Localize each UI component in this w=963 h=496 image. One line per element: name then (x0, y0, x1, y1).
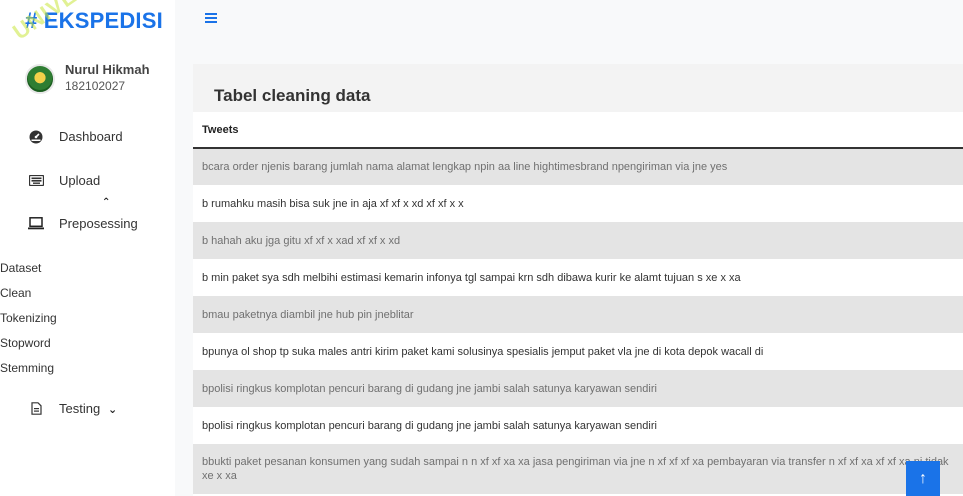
table-cell: bmau paketnya diambil jne hub pin jnebli… (193, 296, 963, 333)
page-title: Tabel cleaning data (214, 86, 371, 105)
table-row: bpunya ol shop tp suka males antri kirim… (193, 333, 963, 370)
chevron-down-icon[interactable]: ⌄ (108, 403, 117, 416)
scroll-to-top-button[interactable]: ↑ (906, 461, 940, 496)
table-cell: b hahah aku jga gitu xf xf x xad xf xf x… (193, 222, 963, 259)
sidebar-item-label: Testing (59, 401, 101, 416)
column-header-tweets[interactable]: Tweets (193, 112, 963, 149)
laptop-icon (27, 217, 45, 230)
table-cell: bpolisi ringkus komplotan pencuri barang… (193, 370, 963, 407)
file-icon (27, 402, 45, 415)
avatar (25, 64, 55, 94)
cleaning-table: Tweets bcara order njenis barang jumlah … (193, 112, 963, 494)
table-cell: b min paket sya sdh melbihi estimasi kem… (193, 259, 963, 296)
table-row: bcara order njenis barang jumlah nama al… (193, 148, 963, 185)
user-id: 182102027 (65, 79, 126, 93)
sidebar-item-preposessing[interactable]: Preposessing (27, 216, 138, 231)
arrow-up-icon: ↑ (919, 469, 927, 487)
sidebar-item-label: Upload (59, 173, 101, 188)
table-cell: bcara order njenis barang jumlah nama al… (193, 148, 963, 185)
hamburger-icon[interactable] (205, 13, 217, 23)
table-row: b min paket sya sdh melbihi estimasi kem… (193, 259, 963, 296)
table-cell: b rumahku masih bisa suk jne in aja xf x… (193, 185, 963, 222)
sidebar-item-upload[interactable]: Upload (27, 173, 100, 188)
sub-item-clean[interactable]: Clean (0, 286, 31, 300)
sidebar: # EKSPEDISI UNIVE Nurul Hikmah 182102027… (0, 0, 175, 496)
keyboard-icon (27, 175, 45, 186)
sidebar-item-testing[interactable]: Testing (27, 401, 100, 416)
sub-item-tokenizing[interactable]: Tokenizing (0, 311, 57, 325)
sidebar-item-dashboard[interactable]: Dashboard (27, 129, 123, 144)
dashboard-gauge-icon (27, 130, 45, 144)
sub-item-stopword[interactable]: Stopword (0, 336, 51, 350)
table-row: bpolisi ringkus komplotan pencuri barang… (193, 370, 963, 407)
table-row: b hahah aku jga gitu xf xf x xad xf xf x… (193, 222, 963, 259)
main-content: Tabel cleaning data Tweets bcara order n… (175, 44, 963, 496)
data-card: Tabel cleaning data Tweets bcara order n… (193, 64, 963, 496)
table-row: bmau paketnya diambil jne hub pin jnebli… (193, 296, 963, 333)
card-header: Tabel cleaning data (193, 64, 963, 112)
topbar (175, 0, 963, 44)
table-row: b rumahku masih bisa suk jne in aja xf x… (193, 185, 963, 222)
table-row: bpolisi ringkus komplotan pencuri barang… (193, 407, 963, 444)
user-panel: Nurul Hikmah 182102027 (25, 62, 150, 94)
table-row: bbukti paket pesanan konsumen yang sudah… (193, 444, 963, 494)
sub-item-dataset[interactable]: Dataset (0, 261, 41, 275)
sidebar-item-label: Preposessing (59, 216, 138, 231)
brand-title[interactable]: # EKSPEDISI (25, 8, 163, 34)
table-cell: bpolisi ringkus komplotan pencuri barang… (193, 407, 963, 444)
sidebar-item-label: Dashboard (59, 129, 123, 144)
user-name: Nurul Hikmah (65, 62, 150, 77)
table-cell: bbukti paket pesanan konsumen yang sudah… (193, 444, 963, 494)
sub-item-stemming[interactable]: Stemming (0, 361, 54, 375)
table-cell: bpunya ol shop tp suka males antri kirim… (193, 333, 963, 370)
chevron-up-icon[interactable]: ⌃ (102, 197, 110, 208)
